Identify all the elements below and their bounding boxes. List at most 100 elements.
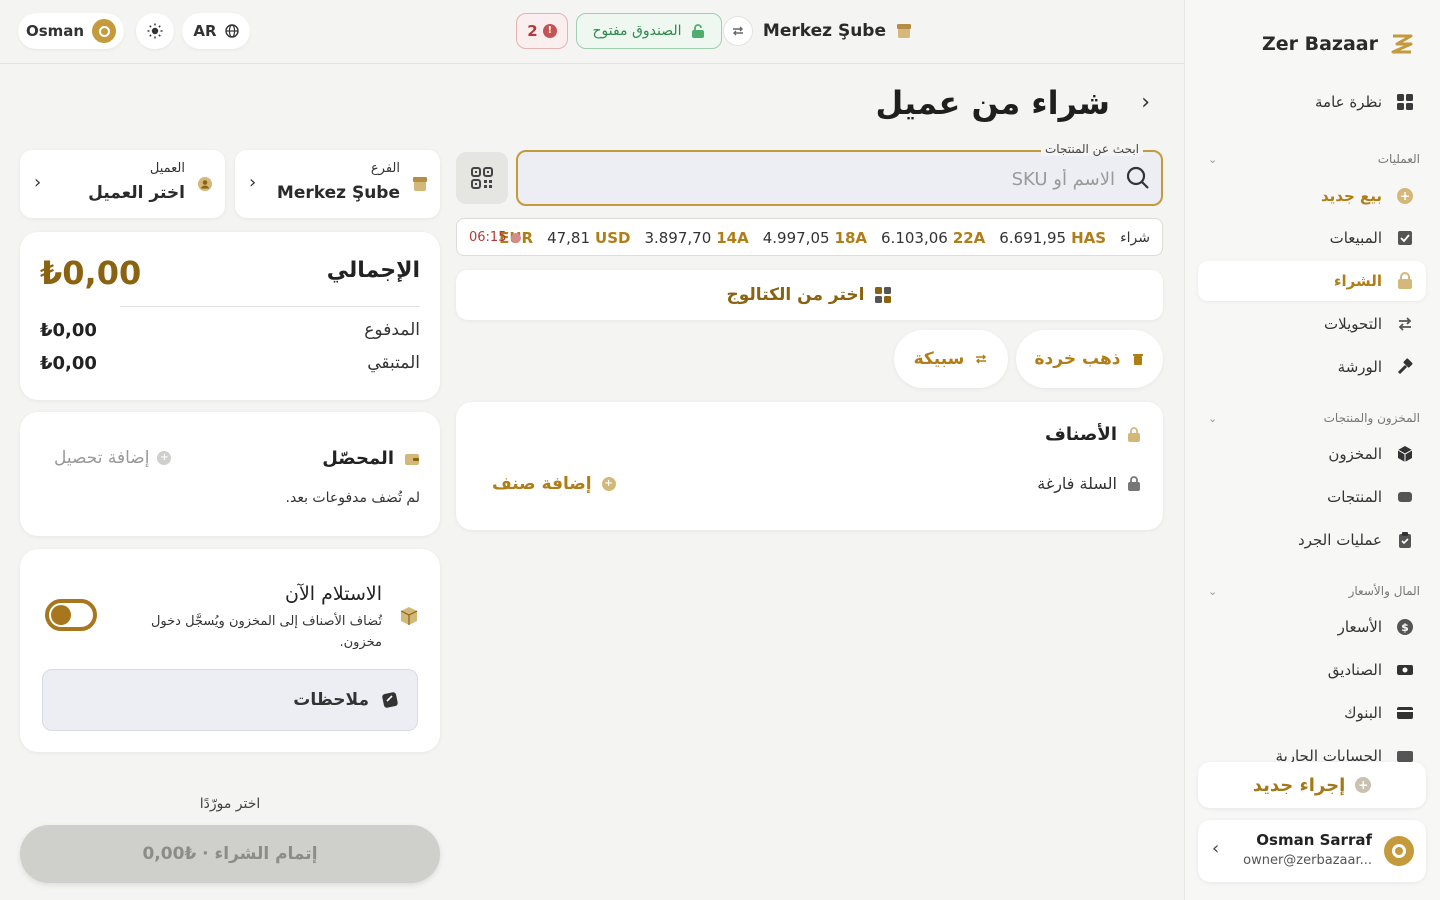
plus-circle-icon: + <box>1396 187 1414 205</box>
swap-branch-button[interactable] <box>722 16 753 46</box>
sidebar-item-prices[interactable]: $ الأسعار <box>1198 607 1426 647</box>
branch-switcher[interactable]: Merkez Şube <box>722 16 912 46</box>
sidebar-item-label: المنتجات <box>1327 488 1382 506</box>
back-button[interactable]: › <box>1141 90 1150 115</box>
customer-value: اختر العميل <box>88 183 185 203</box>
sidebar-section-inventory[interactable]: المخزون والمنتجات ⌄ <box>1208 408 1420 428</box>
totals-card: الإجمالي ₺0,00 المدفوع ₺0,00 المتبقي ₺0,… <box>20 232 440 400</box>
chevron-down-icon: ⌄ <box>1208 411 1218 425</box>
sidebar-section-money[interactable]: المال والأسعار ⌄ <box>1208 581 1420 601</box>
receive-now-toggle[interactable] <box>45 599 97 631</box>
sidebar-item-products[interactable]: المنتجات <box>1198 477 1426 517</box>
catalog-label: اختر من الكتالوج <box>726 285 865 305</box>
bullion-button[interactable]: سبيكة <box>894 330 1008 388</box>
items-title: الأصناف <box>1045 424 1117 445</box>
items-header: الأصناف <box>1045 424 1141 445</box>
qr-code-icon <box>471 167 493 189</box>
user-card[interactable]: Osman Sarraf owner@zerbazaar... ‹ <box>1198 820 1426 882</box>
sidebar-item-transfers[interactable]: التحويلات <box>1198 304 1426 344</box>
cash-icon <box>1397 665 1413 675</box>
sidebar-item-label: التحويلات <box>1324 315 1382 333</box>
receipt-icon <box>1398 231 1412 245</box>
sidebar: Zer Bazaar نظرة عامة العمليات ⌄ + بيع جد… <box>1184 0 1440 900</box>
pick-supplier-hint: اختر مورّدًا <box>199 796 261 812</box>
complete-purchase-button[interactable]: إتمام الشراء · ₺0,00 <box>20 825 440 883</box>
sidebar-item-overview[interactable]: نظرة عامة <box>1198 82 1426 122</box>
sidebar-item-stock[interactable]: المخزون <box>1198 434 1426 474</box>
sidebar-item-workshop[interactable]: الورشة <box>1198 347 1426 387</box>
new-action-button[interactable]: + إجراء جديد <box>1198 762 1426 808</box>
sidebar-item-purchase[interactable]: الشراء <box>1198 261 1426 301</box>
receive-card: الاستلام الآن تُضاف الأصناف إلى المخزون … <box>20 549 440 752</box>
bullion-label: سبيكة <box>913 349 965 369</box>
receive-title: الاستلام الآن <box>285 583 382 605</box>
cart-empty-label: السلة فارغة <box>1037 474 1117 493</box>
sun-icon <box>147 23 163 39</box>
language-button[interactable]: AR <box>182 13 250 49</box>
search-label: ابحث عن المنتجات <box>1041 142 1143 156</box>
divider <box>120 306 420 307</box>
rate-item: 47,81 USD <box>547 229 631 247</box>
avatar <box>1384 836 1414 866</box>
user-name: Osman <box>25 22 85 40</box>
notes-button[interactable]: ملاحظات <box>42 669 418 731</box>
user-menu-button[interactable]: Osman <box>18 13 124 49</box>
remaining-value: ₺0,00 <box>40 353 97 374</box>
sidebar-item-accounts[interactable]: الحسابات الجارية <box>1198 736 1426 762</box>
sidebar-section-operations[interactable]: العمليات ⌄ <box>1208 149 1420 169</box>
paid-value: ₺0,00 <box>40 320 97 341</box>
product-search[interactable]: ابحث عن المنتجات <box>516 142 1163 206</box>
search-input[interactable] <box>555 166 1115 192</box>
sidebar-item-new-sale[interactable]: + بيع جديد <box>1198 176 1426 216</box>
language-label: AR <box>193 22 217 40</box>
page-title: شراء من عميل <box>875 84 1110 122</box>
collector-card: المحصّل + إضافة تحصيل لم تُضف مدفوعات بع… <box>20 412 440 536</box>
scrap-gold-button[interactable]: ذهب خردة <box>1016 330 1163 388</box>
trash-icon <box>1132 354 1143 365</box>
theme-toggle-button[interactable] <box>136 13 174 49</box>
sidebar-item-label: الحسابات الجارية <box>1275 747 1382 762</box>
cashbox-status-label: الصندوق مفتوح <box>592 23 682 39</box>
catalog-button[interactable]: اختر من الكتالوج <box>456 270 1163 320</box>
swap-icon <box>1398 317 1412 331</box>
toggle-knob <box>51 605 71 625</box>
rates-label: شراء <box>1120 230 1150 246</box>
chevron-down-icon: ⌄ <box>1208 584 1218 598</box>
alerts-button[interactable]: 2 ! <box>516 13 568 49</box>
branch-value: Merkez Şube <box>276 183 400 203</box>
customer-label: العميل <box>149 161 185 176</box>
scan-qr-button[interactable] <box>456 152 508 204</box>
user-icon <box>198 177 212 191</box>
chevron-down-icon: ⌄ <box>1208 152 1218 166</box>
grid-icon <box>875 287 892 303</box>
store-icon <box>413 177 427 191</box>
items-card: الأصناف السلة فارغة + إضافة صنف <box>456 402 1163 530</box>
svg-text:$: $ <box>1401 621 1409 634</box>
plus-icon: + <box>1355 777 1372 793</box>
collector-title: المحصّل <box>322 448 394 469</box>
section-title: المال والأسعار <box>1348 584 1420 598</box>
branch-name: Merkez Şube <box>762 21 886 41</box>
sidebar-item-banks[interactable]: البنوك <box>1198 693 1426 733</box>
sidebar-item-cashboxes[interactable]: الصناديق <box>1198 650 1426 690</box>
hammer-icon <box>1397 358 1413 375</box>
customer-selector[interactable]: العميل اختر العميل › <box>20 150 225 218</box>
sidebar-item-label: الشراء <box>1333 272 1382 290</box>
box-icon <box>1397 446 1413 462</box>
complete-purchase-label: إتمام الشراء · ₺0,00 <box>142 844 318 864</box>
brand[interactable]: Zer Bazaar <box>1262 30 1414 58</box>
total-value: ₺0,00 <box>40 254 142 292</box>
rate-item: 6.103,06 22A <box>881 229 986 247</box>
notes-label: ملاحظات <box>293 690 369 710</box>
branch-selector[interactable]: الفرع Merkez Şube › <box>235 150 440 218</box>
bag-icon <box>1398 272 1412 289</box>
sidebar-item-stocktake[interactable]: عمليات الجرد <box>1198 520 1426 560</box>
sidebar-item-sales[interactable]: المبيعات <box>1198 218 1426 258</box>
clock-icon <box>511 232 522 243</box>
package-icon <box>400 607 418 625</box>
user-email: owner@zerbazaar... <box>1243 853 1372 868</box>
add-collection-button[interactable]: + إضافة تحصيل <box>54 448 172 468</box>
add-item-button[interactable]: + إضافة صنف <box>492 474 616 494</box>
cashbox-status[interactable]: الصندوق مفتوح <box>576 13 722 49</box>
grid-icon <box>1397 94 1413 110</box>
